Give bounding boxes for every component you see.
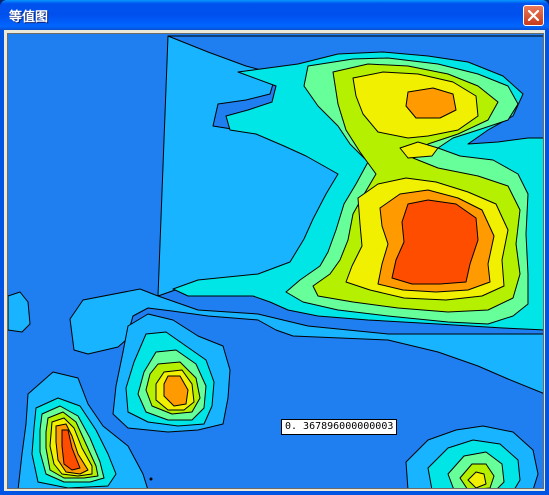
client-area: 0. 367896000000003 — [4, 30, 545, 491]
window-title: 等值图 — [9, 10, 49, 25]
close-x-icon — [528, 10, 539, 21]
value-tooltip: 0. 367896000000003 — [281, 419, 398, 435]
contour-band-upper-8 — [391, 199, 479, 285]
contour-map-graphic — [8, 34, 543, 488]
close-button[interactable] — [523, 5, 544, 26]
contour-plot[interactable]: 0. 367896000000003 — [7, 33, 544, 489]
title-bar[interactable]: 等值图 — [0, 0, 549, 30]
contour-window: 等值图 0. 367896000000003 — [0, 0, 549, 495]
